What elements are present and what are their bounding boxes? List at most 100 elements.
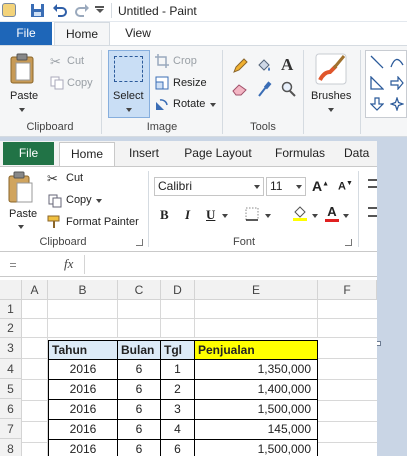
row-header-8[interactable]: 8 (0, 439, 22, 456)
column-header-e[interactable]: E (195, 280, 318, 300)
font-color-dropdown-arrow[interactable] (343, 214, 349, 218)
name-box-resize-grip[interactable] (10, 263, 16, 267)
down-arrow-shape-icon[interactable] (370, 97, 384, 111)
column-header-a[interactable]: A (22, 280, 48, 300)
row-header-2[interactable]: 2 (0, 319, 22, 338)
text-icon[interactable]: A (281, 55, 293, 75)
fill-color-dropdown-arrow[interactable] (312, 214, 318, 218)
select-dropdown-arrow[interactable] (126, 108, 132, 112)
font-name-select[interactable]: Calibri (154, 177, 264, 196)
column-a-cells[interactable] (22, 338, 48, 456)
row-header-1[interactable]: 1 (0, 300, 22, 319)
header-cell-bulan[interactable]: Bulan (117, 340, 161, 360)
table-cell[interactable]: 1,350,000 (194, 359, 318, 380)
underline-button[interactable]: U (206, 207, 215, 223)
excel-tab-data[interactable]: Data (344, 142, 377, 166)
table-cell[interactable]: 3 (160, 399, 195, 420)
empty-cells-rows-1-2[interactable] (22, 300, 377, 338)
header-cell-tgl[interactable]: Tgl (160, 340, 195, 360)
select-all-corner[interactable] (0, 280, 22, 300)
star-shape-icon[interactable] (390, 97, 404, 111)
table-cell[interactable]: 6 (117, 419, 161, 440)
customize-toolbar-arrow[interactable] (95, 6, 104, 14)
underline-dropdown-arrow[interactable] (222, 214, 228, 218)
magnifier-icon[interactable] (281, 81, 296, 97)
paint-tab-home[interactable]: Home (54, 22, 110, 45)
table-cell[interactable]: 2016 (48, 359, 118, 380)
excel-tab-formulas[interactable]: Formulas (268, 142, 332, 166)
table-cell[interactable]: 1,500,000 (194, 399, 318, 420)
redo-icon[interactable] (74, 3, 90, 18)
brushes-dropdown-arrow[interactable] (328, 108, 334, 112)
table-cell[interactable]: 1,400,000 (194, 379, 318, 400)
paste-dropdown-arrow[interactable] (19, 108, 25, 112)
table-cell[interactable]: 2016 (48, 439, 118, 456)
formula-input[interactable] (84, 255, 377, 274)
excel-file-tab[interactable]: File (3, 142, 54, 165)
font-color-button[interactable]: A (325, 204, 339, 222)
decrease-font-size-button[interactable]: A▼ (338, 180, 353, 193)
row-header-6[interactable]: 6 (0, 399, 22, 419)
fill-bucket-icon[interactable] (256, 58, 272, 74)
align-top-icon[interactable] (368, 179, 377, 188)
excel-tab-page-layout[interactable]: Page Layout (177, 142, 259, 166)
excel-copy-dropdown-arrow[interactable] (96, 199, 102, 203)
paint-cut-button[interactable]: Cut (67, 55, 84, 67)
paint-app-icon[interactable] (2, 3, 16, 17)
row-header-4[interactable]: 4 (0, 359, 22, 379)
table-cell[interactable]: 2 (160, 379, 195, 400)
bold-button[interactable]: B (160, 207, 169, 223)
paint-tab-view[interactable]: View (112, 22, 164, 45)
column-header-d[interactable]: D (161, 280, 195, 300)
header-cell-tahun[interactable]: Tahun (48, 340, 118, 360)
fill-color-icon[interactable] (292, 205, 308, 222)
paint-crop-button[interactable]: Crop (173, 55, 197, 67)
paint-file-tab[interactable]: File (0, 22, 52, 45)
row-header-5[interactable]: 5 (0, 379, 22, 399)
header-cell-penjualan[interactable]: Penjualan (194, 340, 318, 360)
color-picker-icon[interactable] (258, 81, 272, 97)
table-cell[interactable]: 6 (160, 439, 195, 456)
rotate-dropdown-arrow[interactable] (210, 103, 216, 107)
table-cell[interactable]: 1 (160, 359, 195, 380)
table-cell[interactable]: 1,500,000 (194, 439, 318, 456)
line-shape-icon[interactable] (370, 55, 384, 69)
triangle-shape-icon[interactable] (370, 76, 384, 90)
excel-cut-button[interactable]: Cut (66, 172, 83, 184)
font-dialog-launcher[interactable] (345, 239, 352, 246)
clipboard-dialog-launcher[interactable] (136, 239, 143, 246)
table-cell[interactable]: 6 (117, 379, 161, 400)
table-cell[interactable]: 2016 (48, 379, 118, 400)
eraser-icon[interactable] (232, 82, 248, 96)
borders-dropdown-arrow[interactable] (265, 214, 271, 218)
table-cell[interactable]: 6 (117, 439, 161, 456)
column-f-cells[interactable] (318, 338, 377, 456)
excel-copy-button[interactable]: Copy (66, 194, 92, 206)
font-name-dropdown-arrow[interactable] (254, 185, 260, 189)
paint-resize-button[interactable]: Resize (173, 77, 207, 89)
font-size-dropdown-arrow[interactable] (296, 185, 302, 189)
formula-fx-button[interactable]: fx (64, 256, 73, 272)
increase-font-size-button[interactable]: A▲ (312, 178, 329, 194)
excel-paste-label[interactable]: Paste (9, 208, 37, 220)
align-left-icon[interactable] (368, 207, 377, 217)
italic-button[interactable]: I (185, 207, 190, 223)
table-cell[interactable]: 145,000 (194, 419, 318, 440)
excel-tab-insert[interactable]: Insert (121, 142, 167, 166)
table-cell[interactable]: 6 (117, 359, 161, 380)
column-header-b[interactable]: B (48, 280, 118, 300)
paint-rotate-button[interactable]: Rotate (173, 98, 205, 110)
excel-tab-home[interactable]: Home (59, 142, 115, 166)
paste-icon[interactable] (9, 53, 37, 85)
row-header-7[interactable]: 7 (0, 419, 22, 439)
undo-icon[interactable] (52, 3, 68, 18)
table-cell[interactable]: 6 (117, 399, 161, 420)
save-icon[interactable] (30, 3, 45, 18)
column-header-c[interactable]: C (118, 280, 161, 300)
column-header-f[interactable]: F (318, 280, 377, 300)
paint-brushes-label[interactable]: Brushes (311, 90, 351, 102)
table-cell[interactable]: 2016 (48, 399, 118, 420)
table-cell[interactable]: 2016 (48, 419, 118, 440)
row-header-3[interactable]: 3 (0, 338, 22, 359)
excel-format-painter-button[interactable]: Format Painter (66, 216, 139, 228)
